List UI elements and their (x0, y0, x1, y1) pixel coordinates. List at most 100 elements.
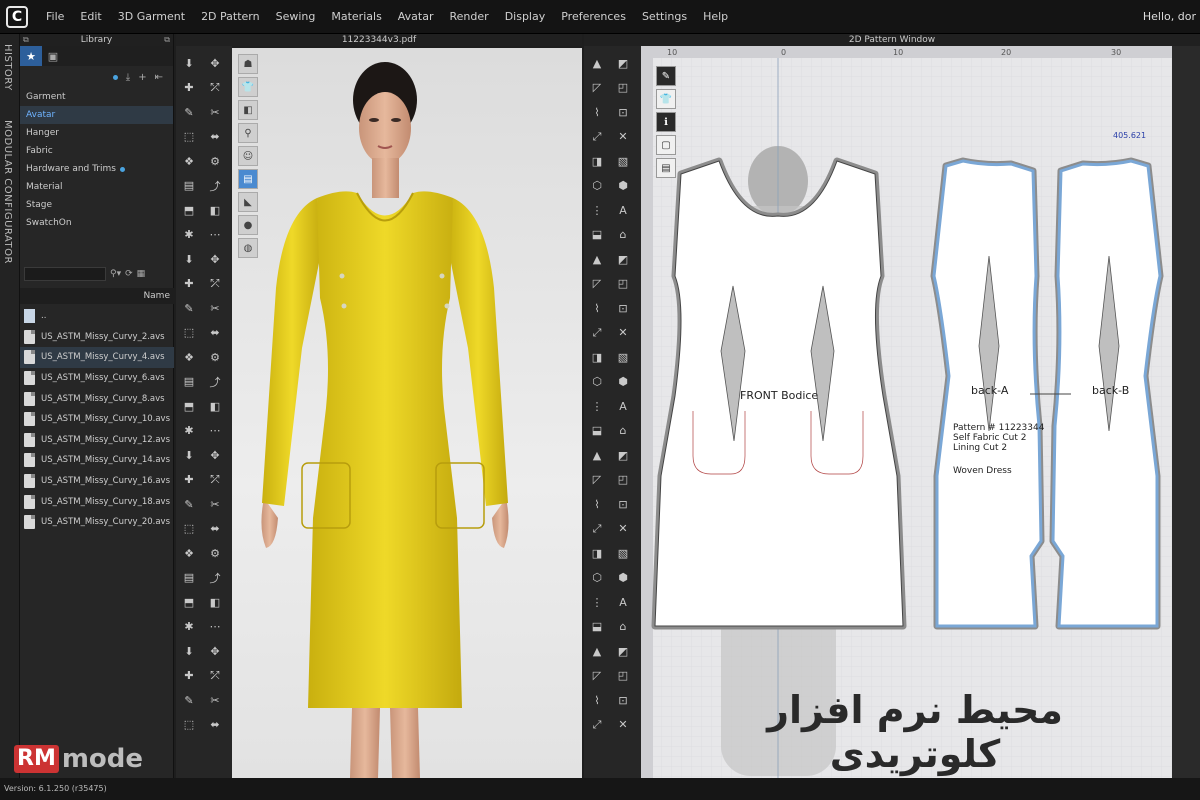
file-list-item[interactable]: US_ASTM_Missy_Curvy_20.avs (20, 512, 174, 533)
tool-button-icon[interactable]: ⬚ (180, 128, 198, 146)
download-icon[interactable]: ⤓ (126, 72, 130, 83)
tool-button-icon[interactable]: ▧ (614, 348, 632, 366)
tool-button-icon[interactable]: ⤴ (206, 569, 224, 587)
tool-button-icon[interactable]: ✂ (206, 103, 224, 121)
tool-button-icon[interactable]: ⬌ (206, 716, 224, 734)
library-category[interactable]: Stage (20, 196, 173, 214)
tab-modular-configurator[interactable]: MODULAR CONFIGURATOR (2, 120, 13, 264)
tool-button-icon[interactable]: ⊡ (614, 103, 632, 121)
file-list-item[interactable]: US_ASTM_Missy_Curvy_10.avs (20, 409, 174, 430)
tool-button-icon[interactable]: ▲ (588, 446, 606, 464)
tool-button-icon[interactable]: ⬡ (588, 569, 606, 587)
file-list-item[interactable]: US_ASTM_Missy_Curvy_8.avs (20, 388, 174, 409)
sheet-icon[interactable]: ▢ (656, 135, 676, 155)
tool-button-icon[interactable]: ⬚ (180, 324, 198, 342)
library-category[interactable]: Fabric (20, 142, 173, 160)
tool-button-icon[interactable]: ⤱ (206, 275, 224, 293)
file-list-item[interactable]: .. (20, 306, 174, 327)
menu-edit[interactable]: Edit (72, 10, 109, 23)
tool-button-icon[interactable]: ⤢ (588, 324, 606, 342)
app-logo[interactable]: C (6, 5, 28, 28)
tool-button-icon[interactable]: ⋮ (588, 397, 606, 415)
tool-button-icon[interactable]: ◨ (588, 152, 606, 170)
tool-button-icon[interactable]: ✕ (614, 324, 632, 342)
globe-icon[interactable]: ◍ (238, 238, 258, 258)
tool-button-icon[interactable]: ◰ (614, 471, 632, 489)
file-list-item[interactable]: US_ASTM_Missy_Curvy_2.avs (20, 327, 174, 348)
tool-button-icon[interactable]: ⊡ (614, 495, 632, 513)
tool-button-icon[interactable]: ⚙ (206, 348, 224, 366)
tool-button-icon[interactable]: ⌂ (614, 226, 632, 244)
tool-button-icon[interactable]: ✂ (206, 691, 224, 709)
tool-button-icon[interactable]: ✚ (180, 79, 198, 97)
search-icon[interactable]: ⚲▾ (110, 269, 121, 279)
shirt-icon[interactable]: 👕 (656, 89, 676, 109)
file-list-item[interactable]: US_ASTM_Missy_Curvy_12.avs (20, 430, 174, 451)
tool-button-icon[interactable]: ⊡ (614, 299, 632, 317)
tool-button-icon[interactable]: ⤢ (588, 128, 606, 146)
menu-file[interactable]: File (38, 10, 72, 23)
menu-avatar[interactable]: Avatar (390, 10, 442, 23)
tool-button-icon[interactable]: ⬢ (614, 177, 632, 195)
tool-button-icon[interactable]: ◨ (588, 544, 606, 562)
tool-button-icon[interactable]: ⬓ (588, 422, 606, 440)
tool-button-icon[interactable]: ✚ (180, 275, 198, 293)
tool-button-icon[interactable]: ❖ (180, 348, 198, 366)
3d-viewport[interactable] (232, 48, 582, 778)
shoe-icon[interactable]: ◣ (238, 192, 258, 212)
tool-button-icon[interactable]: ✕ (614, 520, 632, 538)
tool-button-icon[interactable]: ⋯ (206, 618, 224, 636)
avatar-visibility-icon[interactable]: ☺ (238, 146, 258, 166)
tool-button-icon[interactable]: ⬒ (180, 593, 198, 611)
tool-button-icon[interactable]: ◩ (614, 54, 632, 72)
tool-button-icon[interactable]: ✎ (180, 691, 198, 709)
undock-icon[interactable]: ⧉ (164, 34, 170, 46)
tool-button-icon[interactable]: ✥ (206, 642, 224, 660)
undock-icon[interactable]: ⧉ (23, 34, 29, 46)
tool-button-icon[interactable]: ⤱ (206, 667, 224, 685)
tool-button-icon[interactable]: ⬓ (588, 226, 606, 244)
tool-button-icon[interactable]: ⌇ (588, 691, 606, 709)
tool-button-icon[interactable]: ⬢ (614, 373, 632, 391)
tool-button-icon[interactable]: ⬓ (588, 618, 606, 636)
back-icon[interactable]: ⇤ (155, 72, 163, 83)
tool-button-icon[interactable]: ⌂ (614, 618, 632, 636)
tool-button-icon[interactable]: A (614, 397, 632, 415)
tool-button-icon[interactable]: ⬇ (180, 54, 198, 72)
tool-button-icon[interactable]: ⬇ (180, 446, 198, 464)
info-icon[interactable]: ℹ (656, 112, 676, 132)
tool-button-icon[interactable]: ◸ (588, 275, 606, 293)
tool-button-icon[interactable]: ✕ (614, 128, 632, 146)
tool-button-icon[interactable]: ◩ (614, 250, 632, 268)
tool-button-icon[interactable]: ⌇ (588, 299, 606, 317)
add-icon[interactable]: + (138, 72, 146, 83)
tab-history[interactable]: HISTORY (2, 44, 13, 91)
menu-3d-garment[interactable]: 3D Garment (110, 10, 193, 23)
user-greeting[interactable]: Hello, dor (1143, 10, 1196, 23)
tool-button-icon[interactable]: ⋯ (206, 422, 224, 440)
library-category[interactable]: Material (20, 178, 173, 196)
tool-button-icon[interactable]: ⤱ (206, 471, 224, 489)
tool-button-icon[interactable]: A (614, 201, 632, 219)
menu-materials[interactable]: Materials (323, 10, 389, 23)
menu-2d-pattern[interactable]: 2D Pattern (193, 10, 268, 23)
search-input[interactable] (24, 267, 106, 281)
tool-button-icon[interactable]: ⌇ (588, 495, 606, 513)
tool-button-icon[interactable]: ◩ (614, 446, 632, 464)
tool-button-icon[interactable]: ⋮ (588, 593, 606, 611)
2d-pattern-viewport[interactable]: 10 0 10 20 30 FRONT Bodice back-A Patter… (641, 46, 1172, 778)
tool-button-icon[interactable]: ⤢ (588, 716, 606, 734)
tool-button-icon[interactable]: ⬚ (180, 716, 198, 734)
tool-button-icon[interactable]: ▲ (588, 54, 606, 72)
favorites-star-icon[interactable]: ★ (20, 46, 42, 66)
tool-button-icon[interactable]: ⬒ (180, 201, 198, 219)
file-list-item[interactable]: US_ASTM_Missy_Curvy_16.avs (20, 471, 174, 492)
tool-button-icon[interactable]: ▲ (588, 642, 606, 660)
tool-button-icon[interactable]: A (614, 593, 632, 611)
tool-button-icon[interactable]: ✥ (206, 250, 224, 268)
tool-button-icon[interactable]: ◧ (206, 201, 224, 219)
tool-button-icon[interactable]: ⬡ (588, 373, 606, 391)
file-list-item[interactable]: US_ASTM_Missy_Curvy_4.avs (20, 347, 174, 368)
tool-button-icon[interactable]: ✎ (180, 299, 198, 317)
tool-button-icon[interactable]: ⤱ (206, 79, 224, 97)
